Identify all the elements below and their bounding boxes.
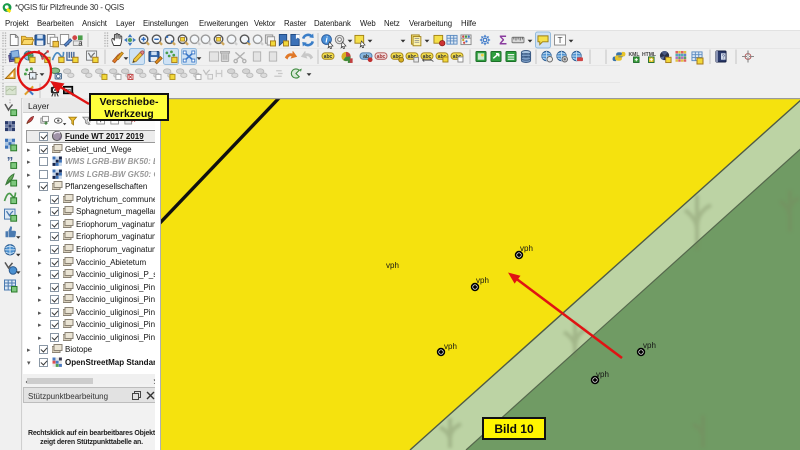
svg-text:vph: vph [476,276,489,285]
svg-text:vph: vph [444,342,457,351]
svg-text:?: ? [722,54,725,60]
svg-text:Bild 10: Bild 10 [494,422,534,436]
svg-text:vph: vph [386,261,399,270]
svg-text:T: T [557,36,562,45]
svg-text:vph: vph [520,244,533,253]
svg-text:vph: vph [643,341,656,350]
svg-text:Σ: Σ [499,33,507,48]
svg-text:abc: abc [377,54,386,60]
svg-text:abc: abc [324,54,333,60]
